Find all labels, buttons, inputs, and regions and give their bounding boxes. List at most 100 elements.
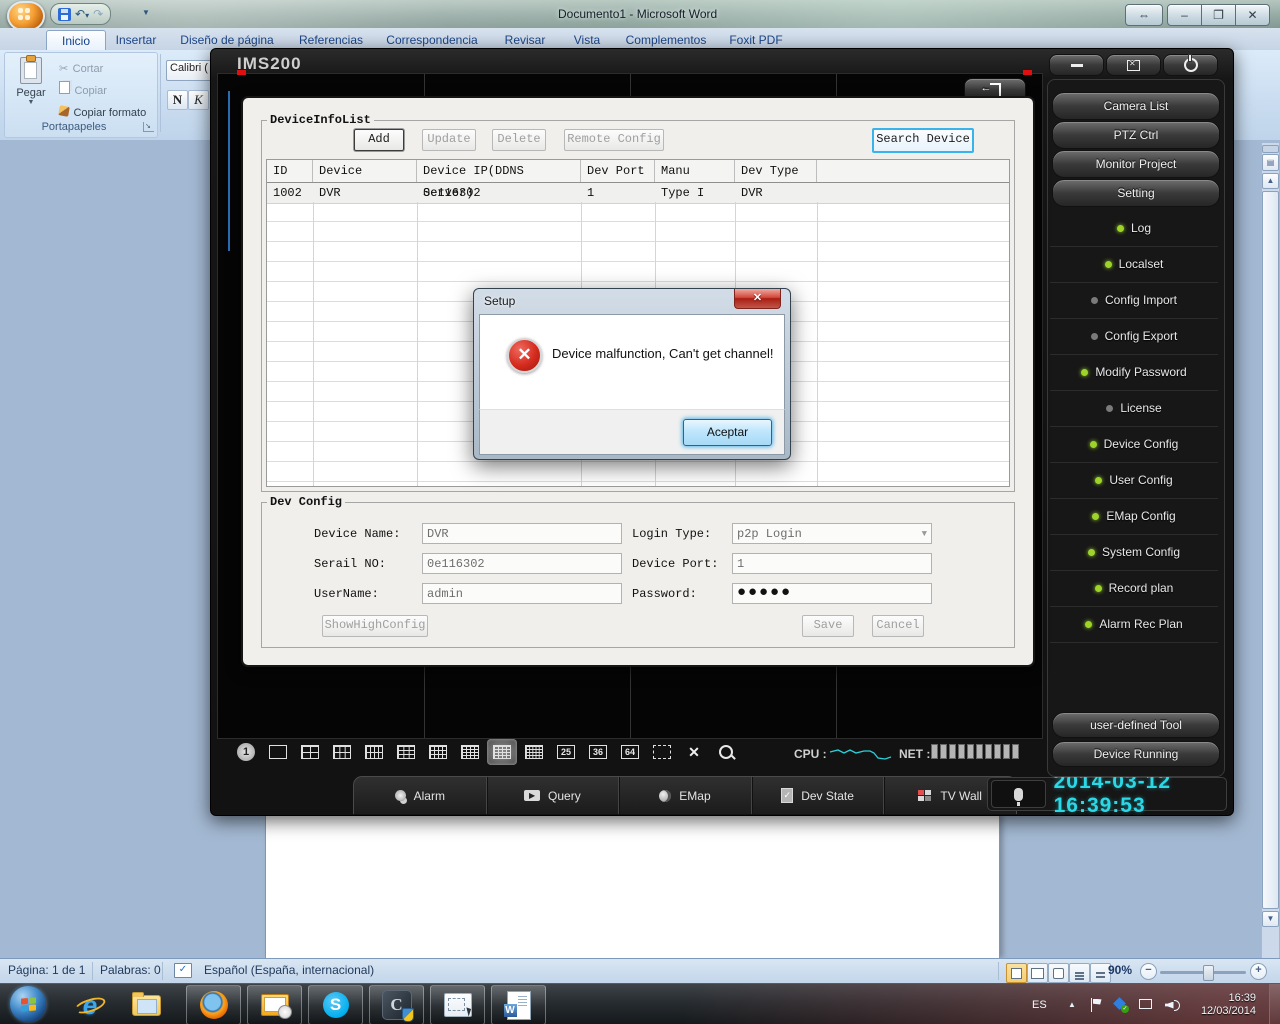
undo-icon[interactable]: ↶▾ xyxy=(75,8,89,20)
tab-foxit-pdf[interactable]: Foxit PDF xyxy=(724,30,788,50)
layout-4-view-icon[interactable] xyxy=(295,739,325,765)
aceptar-button[interactable]: Aceptar xyxy=(683,419,772,446)
spellcheck-icon[interactable]: ✓ xyxy=(174,963,192,978)
menu-user-config[interactable]: User Config xyxy=(1050,462,1218,499)
layout-single-view-icon[interactable] xyxy=(263,739,293,765)
col-device[interactable]: Device xyxy=(313,160,417,182)
layout-12-view-icon[interactable] xyxy=(423,739,453,765)
layout-auto-icon[interactable] xyxy=(647,739,677,765)
zoom-in-icon[interactable]: + xyxy=(1250,963,1267,980)
device-running-button[interactable]: Device Running xyxy=(1052,741,1220,767)
mic-box[interactable] xyxy=(991,780,1046,808)
layout-25-view-icon[interactable]: 25 xyxy=(551,739,581,765)
nav-query[interactable]: ▶ Query xyxy=(487,777,620,814)
menu-log[interactable]: Log xyxy=(1050,210,1218,247)
scroll-thumb[interactable] xyxy=(1262,191,1279,909)
tab-complementos[interactable]: Complementos xyxy=(620,30,712,50)
layout-36-view-icon[interactable]: 36 xyxy=(583,739,613,765)
remote-config-button[interactable]: Remote Config xyxy=(564,129,664,151)
col-dev-port[interactable]: Dev Port xyxy=(581,160,655,182)
layout-8-view-icon[interactable] xyxy=(359,739,389,765)
taskbar-skype-icon[interactable]: S xyxy=(308,985,363,1024)
menu-modify-password[interactable]: Modify Password xyxy=(1050,354,1218,391)
taskbar-firefox-icon[interactable] xyxy=(186,985,241,1024)
show-desktop-button[interactable] xyxy=(1269,984,1280,1024)
tray-show-hidden-icons[interactable]: ▲ xyxy=(1062,984,1082,1024)
word-page[interactable] xyxy=(265,815,1000,958)
add-button[interactable]: Add xyxy=(354,129,404,151)
camera-list-button[interactable]: Camera List xyxy=(1052,92,1220,120)
dialog-close-button[interactable]: ✕ xyxy=(734,289,781,309)
user-defined-tool-button[interactable]: user-defined Tool xyxy=(1052,712,1220,738)
tab-diseno[interactable]: Diseño de página xyxy=(172,30,282,50)
save-button[interactable]: Save xyxy=(802,615,854,637)
language-indicator[interactable]: Español (España, internacional) xyxy=(204,963,374,977)
tab-vista[interactable]: Vista xyxy=(564,30,610,50)
scroll-up-arrow[interactable]: ▲ xyxy=(1262,173,1279,189)
col-device-ip[interactable]: Device IP(DDNS Server) xyxy=(417,160,581,200)
taskbar-word-icon[interactable]: W xyxy=(491,985,546,1024)
tab-revisar[interactable]: Revisar xyxy=(496,30,554,50)
menu-localset[interactable]: Localset xyxy=(1050,246,1218,283)
layout-13-view-icon[interactable] xyxy=(455,739,485,765)
cut-button[interactable]: ✂ Cortar xyxy=(59,59,103,77)
device-name-field[interactable] xyxy=(422,523,622,544)
scroll-down-arrow[interactable]: ▼ xyxy=(1262,911,1279,927)
tray-clock[interactable]: 16:39 12/03/2014 xyxy=(1192,984,1256,1024)
paste-button[interactable]: Pegar ▼ xyxy=(11,55,51,115)
zoom-icon[interactable] xyxy=(711,739,741,765)
word-addon-button[interactable]: ⇔ xyxy=(1125,4,1163,26)
word-vertical-scrollbar[interactable]: ▤ ▲ ▼ xyxy=(1261,143,1279,958)
office-button[interactable] xyxy=(7,1,45,31)
menu-config-import[interactable]: Config Import xyxy=(1050,282,1218,319)
tab-inicio[interactable]: Inicio xyxy=(46,30,106,51)
minimize-button[interactable]: – xyxy=(1167,4,1202,26)
ims-minimize-button[interactable] xyxy=(1049,54,1104,76)
close-all-icon[interactable]: ✕ xyxy=(679,739,709,765)
update-button[interactable]: Update xyxy=(422,129,476,151)
menu-device-config[interactable]: Device Config xyxy=(1050,426,1218,463)
zoom-level[interactable]: 90% xyxy=(1108,963,1132,977)
username-field[interactable] xyxy=(422,583,622,604)
layout-20-view-icon[interactable] xyxy=(519,739,549,765)
layout-64-view-icon[interactable]: 64 xyxy=(615,739,645,765)
tab-insertar[interactable]: Insertar xyxy=(110,30,162,50)
taskbar-explorer-icon[interactable] xyxy=(128,987,164,1023)
taskbar-snipping-tool-icon[interactable] xyxy=(430,985,485,1024)
col-manu[interactable]: Manu xyxy=(655,160,735,182)
setting-button[interactable]: Setting xyxy=(1052,179,1220,207)
password-field[interactable]: ●●●●● xyxy=(732,583,932,604)
clipboard-dialog-launcher-icon[interactable]: ↘ xyxy=(143,122,154,132)
menu-alarm-rec-plan[interactable]: Alarm Rec Plan xyxy=(1050,606,1218,643)
restore-button[interactable]: ❐ xyxy=(1201,4,1236,26)
network-icon[interactable] xyxy=(1136,984,1156,1024)
monitor-project-button[interactable]: Monitor Project xyxy=(1052,150,1220,178)
delete-button[interactable]: Delete xyxy=(492,129,546,151)
zoom-slider-thumb[interactable] xyxy=(1203,965,1214,981)
nav-alarm[interactable]: Alarm xyxy=(354,777,487,814)
layout-16-view-icon[interactable] xyxy=(487,739,517,765)
ims-power-button[interactable] xyxy=(1163,54,1218,76)
nav-dev-state[interactable]: ✓ Dev State xyxy=(752,777,885,814)
tray-language[interactable]: ES xyxy=(1032,984,1047,1024)
taskbar-outlook-icon[interactable] xyxy=(247,985,302,1024)
nav-emap[interactable]: EMap xyxy=(619,777,752,814)
web-layout-view-icon[interactable] xyxy=(1048,963,1069,983)
show-high-config-button[interactable]: ShowHighConfig xyxy=(322,615,428,637)
menu-system-config[interactable]: System Config xyxy=(1050,534,1218,571)
menu-record-plan[interactable]: Record plan xyxy=(1050,570,1218,607)
ptz-ctrl-button[interactable]: PTZ Ctrl xyxy=(1052,121,1220,149)
split-handle[interactable] xyxy=(1262,145,1279,153)
search-device-button[interactable]: Search Device xyxy=(872,128,974,153)
format-painter-button[interactable]: Copiar formato xyxy=(58,103,146,121)
tab-correspondencia[interactable]: Correspondencia xyxy=(380,30,484,50)
layout-6-view-icon[interactable] xyxy=(327,739,357,765)
menu-config-export[interactable]: Config Export xyxy=(1050,318,1218,355)
close-button[interactable]: ✕ xyxy=(1235,4,1270,26)
layout-1-view-icon[interactable]: 1 xyxy=(231,739,261,765)
start-button[interactable] xyxy=(10,986,46,1022)
action-center-flag-icon[interactable] xyxy=(1086,984,1106,1024)
page-indicator[interactable]: Página: 1 de 1 xyxy=(8,963,85,977)
fullscreen-reading-view-icon[interactable] xyxy=(1027,963,1048,983)
tab-referencias[interactable]: Referencias xyxy=(292,30,370,50)
